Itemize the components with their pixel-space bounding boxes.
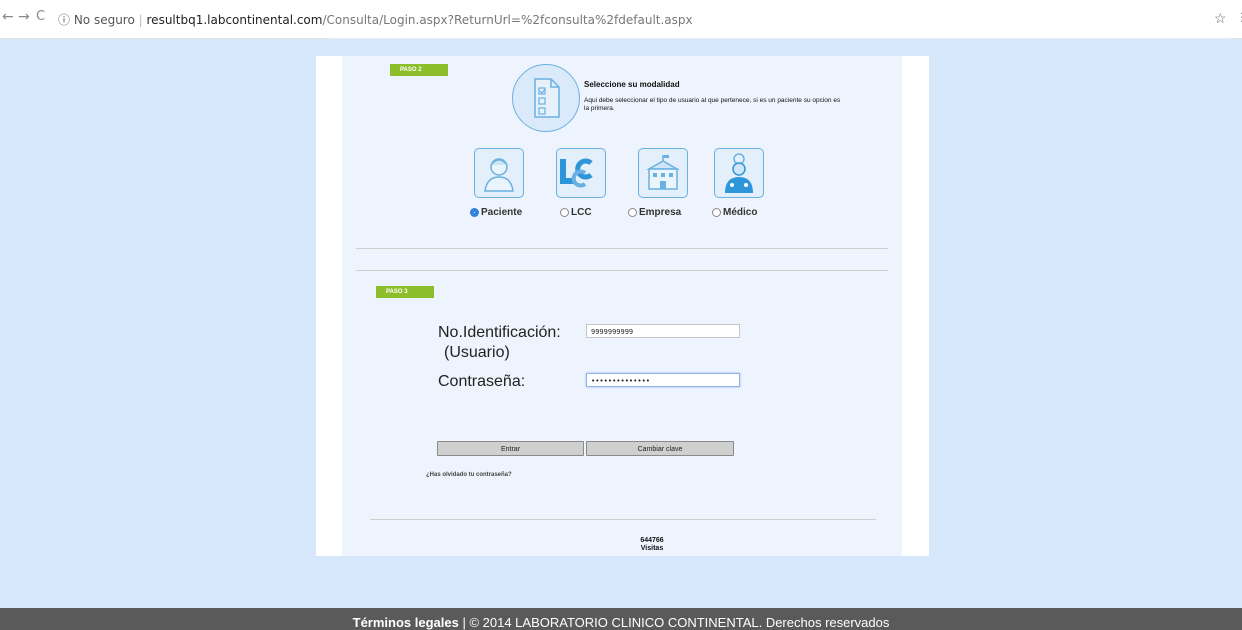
radio-button[interactable]: [628, 207, 637, 217]
radio-lcc[interactable]: LCC: [560, 206, 592, 218]
footer: Términos legales | © 2014 LABORATORIO CL…: [0, 608, 1242, 630]
password-label: Contraseña:: [438, 373, 526, 390]
divider: [330, 38, 1230, 39]
browser-menu-icon[interactable]: ⋮: [1236, 10, 1242, 24]
address-bar[interactable]: ⓘ No seguro | resultbq1.labcontinental.c…: [54, 8, 1234, 28]
reload-icon[interactable]: C: [36, 9, 45, 24]
checklist-icon: [512, 64, 580, 132]
radio-label-lcc: LCC: [571, 206, 592, 218]
login-panel: PASO 2 Seleccione su modalidad Aqui debe…: [316, 56, 929, 556]
password-input[interactable]: ••••••••••••••: [586, 373, 740, 387]
lcc-logo-icon[interactable]: [556, 148, 606, 198]
enter-button[interactable]: Entrar: [437, 441, 584, 456]
change-password-button[interactable]: Cambiar clave: [586, 441, 734, 456]
copyright-text: | © 2014 LABORATORIO CLINICO CONTINENTAL…: [458, 615, 890, 630]
radio-label-empresa: Empresa: [639, 206, 682, 218]
bookmark-star-icon[interactable]: ☆: [1214, 10, 1227, 27]
login-panel-content: PASO 2 Seleccione su modalidad Aqui debe…: [342, 56, 902, 556]
url-host: resultbq1.labcontinental.com: [146, 13, 323, 27]
patient-icon[interactable]: [474, 148, 524, 198]
step3-badge: PASO 3: [376, 286, 434, 298]
radio-button[interactable]: [560, 207, 569, 217]
section-divider: [370, 519, 876, 520]
id-input[interactable]: 9999999999: [586, 324, 740, 338]
url-path: /Consulta/Login.aspx?ReturnUrl=%2fconsul…: [322, 13, 693, 27]
step2-badge: PASO 2: [390, 64, 448, 76]
id-sublabel: (Usuario): [444, 344, 510, 361]
security-indicator[interactable]: ⓘ No seguro: [58, 13, 135, 27]
radio-empresa[interactable]: Empresa: [628, 206, 681, 218]
terms-link[interactable]: Términos legales: [353, 615, 459, 630]
radio-button[interactable]: [712, 207, 721, 217]
visit-count: 644766: [640, 537, 664, 544]
back-icon[interactable]: ←: [2, 9, 14, 25]
browser-toolbar: ← → C ⓘ No seguro | resultbq1.labcontine…: [0, 0, 1242, 39]
doctor-icon[interactable]: [714, 148, 764, 198]
visit-counter: 644766 Visitas: [612, 537, 692, 553]
step2-description: Aqui debe seleccionar el tipo de usuario…: [584, 97, 841, 112]
section-divider: [356, 270, 888, 271]
radio-medico[interactable]: Médico: [712, 206, 757, 218]
forward-icon[interactable]: →: [18, 9, 30, 25]
footer-text: Términos legales | © 2014 LABORATORIO CL…: [0, 615, 1242, 630]
visit-label: Visitas: [640, 545, 664, 552]
id-label: No.Identificación:: [438, 324, 561, 341]
address-text: ⓘ No seguro | resultbq1.labcontinental.c…: [58, 13, 693, 27]
radio-button[interactable]: [470, 207, 479, 217]
section-divider: [356, 248, 888, 249]
radio-paciente[interactable]: Paciente: [470, 206, 522, 218]
building-icon[interactable]: [638, 148, 688, 198]
forgot-password-link[interactable]: ¿Has olvidado tu contraseña?: [426, 472, 512, 478]
radio-label-medico: Médico: [723, 206, 758, 218]
step2-title: Seleccione su modalidad: [584, 80, 680, 89]
radio-label-paciente: Paciente: [481, 206, 523, 218]
